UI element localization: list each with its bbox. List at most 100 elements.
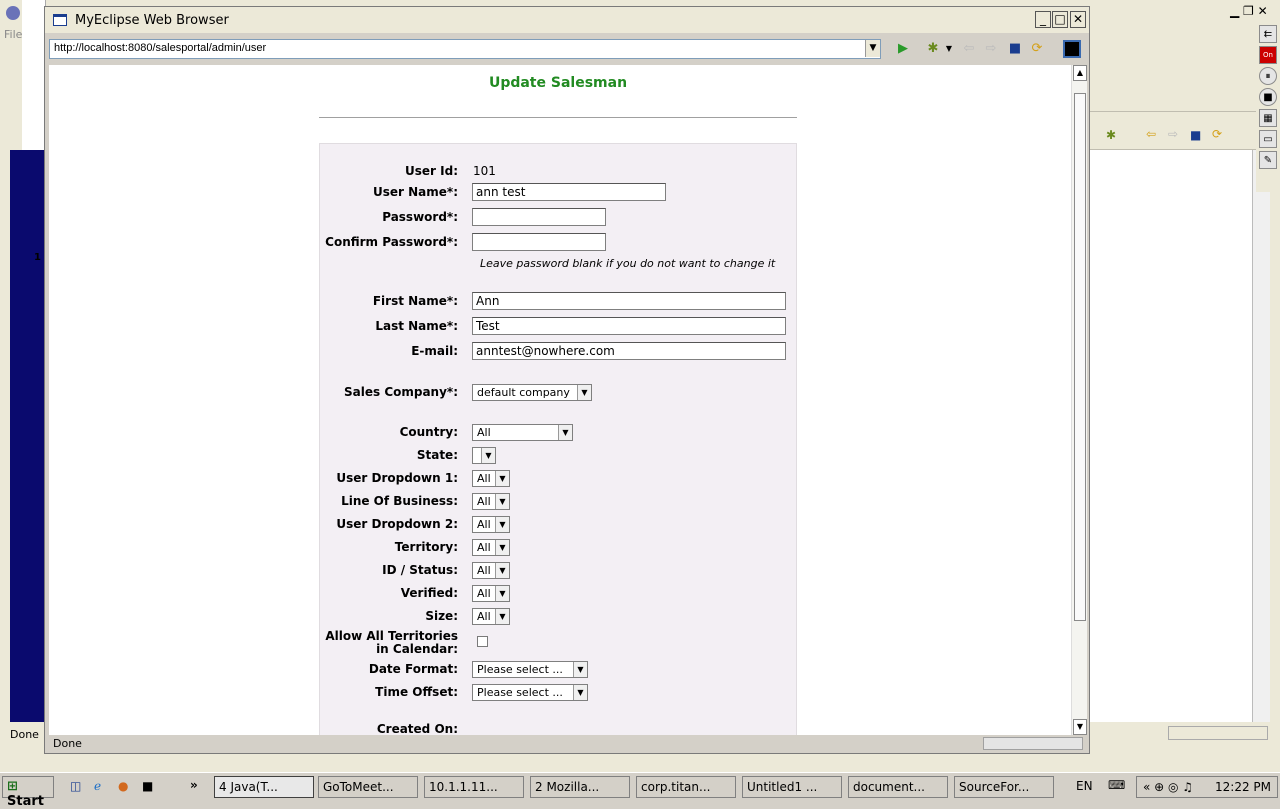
sales-company-label: Sales Company*: bbox=[344, 385, 458, 399]
user-dropdown-1-select[interactable]: All ▼ bbox=[472, 470, 510, 487]
user-id-label: User Id: bbox=[405, 164, 458, 178]
window-titlebar[interactable]: MyEclipse Web Browser _ □ ✕ bbox=[45, 7, 1089, 33]
refresh-icon[interactable]: ⟳ bbox=[1029, 41, 1045, 57]
allow-territories-checkbox[interactable] bbox=[477, 636, 488, 647]
chevron-down-icon: ▼ bbox=[558, 425, 572, 440]
task-java[interactable]: 4 Java(T... bbox=[214, 776, 314, 798]
line-of-business-value: All bbox=[477, 495, 491, 508]
quicklaunch-more-icon[interactable]: » bbox=[190, 778, 198, 792]
stop-record-icon[interactable]: ■ bbox=[1259, 88, 1277, 106]
user-dropdown-2-label: User Dropdown 2: bbox=[336, 517, 458, 531]
size-select[interactable]: All ▼ bbox=[472, 608, 510, 625]
ide-file-menu[interactable]: File bbox=[4, 28, 22, 41]
chevron-down-icon: ▼ bbox=[577, 385, 591, 400]
task-corp[interactable]: corp.titan... bbox=[636, 776, 736, 798]
scroll-up-icon[interactable]: ▲ bbox=[1073, 65, 1087, 81]
chevron-down-icon: ▼ bbox=[495, 517, 509, 532]
scroll-thumb[interactable] bbox=[1074, 93, 1086, 621]
country-select[interactable]: All ▼ bbox=[472, 424, 573, 441]
url-dropdown-button[interactable]: ▼ bbox=[865, 40, 880, 57]
refresh-icon[interactable]: ⟳ bbox=[1212, 127, 1222, 141]
back-arrow-icon[interactable]: ⇦ bbox=[1146, 127, 1156, 141]
email-input[interactable]: anntest@nowhere.com bbox=[472, 342, 786, 360]
task-untitled[interactable]: Untitled1 ... bbox=[742, 776, 842, 798]
ide-navy-panel bbox=[10, 150, 44, 722]
bookmark-icon[interactable]: ✱ bbox=[1106, 128, 1116, 142]
ide-list-cell: 1 bbox=[34, 252, 41, 263]
task-mozilla[interactable]: 2 Mozilla... bbox=[530, 776, 630, 798]
date-format-value: Please select ... bbox=[477, 663, 563, 676]
scroll-down-icon[interactable]: ▼ bbox=[1073, 719, 1087, 735]
page-content: Update Salesman User Id: 101 User Name*:… bbox=[49, 65, 1071, 735]
language-indicator[interactable]: EN bbox=[1076, 779, 1093, 793]
grid-icon[interactable]: ▦ bbox=[1259, 109, 1277, 127]
date-format-select[interactable]: Please select ... ▼ bbox=[472, 661, 588, 678]
stop-icon[interactable]: ■ bbox=[1190, 128, 1201, 142]
monitor-icon[interactable]: ▭ bbox=[1259, 130, 1277, 148]
state-select[interactable]: ▼ bbox=[472, 447, 496, 464]
user-dropdown-2-select[interactable]: All ▼ bbox=[472, 516, 510, 533]
pause-icon[interactable]: ⏸ bbox=[1259, 67, 1277, 85]
password-label: Password*: bbox=[382, 210, 458, 224]
go-icon[interactable]: ▶ bbox=[895, 41, 911, 57]
first-name-label: First Name*: bbox=[372, 294, 458, 308]
page-scrollbar[interactable]: ▲ ▼ bbox=[1071, 65, 1087, 735]
password-input[interactable] bbox=[472, 208, 606, 226]
verified-select[interactable]: All ▼ bbox=[472, 585, 510, 602]
created-on-label: Created On: bbox=[376, 722, 458, 735]
line-of-business-select[interactable]: All ▼ bbox=[472, 493, 510, 510]
window-icon bbox=[53, 14, 67, 26]
forward-arrow-icon[interactable]: ⇨ bbox=[1168, 127, 1178, 141]
title-divider bbox=[319, 117, 797, 118]
ide-window-controls[interactable]: ▁ ❐ ✕ bbox=[1230, 4, 1268, 18]
favorites-dropdown-icon[interactable]: ▼ bbox=[941, 41, 957, 57]
url-input[interactable]: http://localhost:8080/salesportal/admin/… bbox=[49, 39, 881, 59]
show-desktop-icon[interactable]: ◫ bbox=[70, 779, 81, 793]
minimize-button[interactable]: _ bbox=[1035, 11, 1051, 28]
user-dropdown-2-value: All bbox=[477, 518, 491, 531]
last-name-input[interactable]: Test bbox=[472, 317, 786, 335]
favorites-icon[interactable]: ✱ bbox=[925, 41, 941, 57]
tray-icons[interactable]: « ⊕ ◎ ♫ bbox=[1143, 780, 1193, 794]
task-documents[interactable]: document... bbox=[848, 776, 948, 798]
size-value: All bbox=[477, 610, 491, 623]
date-format-label: Date Format: bbox=[368, 662, 458, 676]
username-label: User Name*: bbox=[373, 185, 458, 199]
taskbar: ⊞ Start ◫ ℯ ● ■ » 4 Java(T... GoToMeet..… bbox=[0, 772, 1280, 809]
start-button[interactable]: ⊞ Start bbox=[2, 776, 54, 809]
chevron-down-icon: ▼ bbox=[495, 471, 509, 486]
territory-select[interactable]: All ▼ bbox=[472, 539, 510, 556]
ide-right-view-bar bbox=[1090, 90, 1256, 112]
pen-icon[interactable]: ✎ bbox=[1259, 151, 1277, 169]
close-button[interactable]: ✕ bbox=[1070, 11, 1086, 28]
task-gotomeeting[interactable]: GoToMeet... bbox=[318, 776, 418, 798]
chevron-down-icon: ▼ bbox=[495, 494, 509, 509]
forward-icon[interactable]: ⇨ bbox=[983, 41, 999, 57]
keyboard-icon[interactable]: ⌨ bbox=[1108, 778, 1125, 792]
email-label: E-mail: bbox=[411, 344, 458, 358]
task-sourceforge[interactable]: SourceFor... bbox=[954, 776, 1054, 798]
ide-status-text: Done bbox=[10, 728, 39, 741]
on-air-icon[interactable]: On bbox=[1259, 46, 1277, 64]
maximize-button[interactable]: □ bbox=[1052, 11, 1068, 28]
confirm-password-input[interactable] bbox=[472, 233, 606, 251]
allow-territories-label-line1: Allow All Territories bbox=[325, 629, 458, 643]
size-label: Size: bbox=[425, 609, 458, 623]
time-offset-select[interactable]: Please select ... ▼ bbox=[472, 684, 588, 701]
first-name-input[interactable]: Ann bbox=[472, 292, 786, 310]
status-text: Done bbox=[53, 737, 82, 750]
firefox-icon[interactable]: ● bbox=[118, 779, 128, 793]
collapse-icon[interactable]: ⇇ bbox=[1259, 25, 1277, 43]
eclipse-logo-icon bbox=[6, 6, 20, 20]
confirm-password-label: Confirm Password*: bbox=[325, 235, 458, 249]
stop-icon[interactable]: ■ bbox=[1007, 41, 1023, 57]
task-ip[interactable]: 10.1.1.11... bbox=[424, 776, 524, 798]
back-icon[interactable]: ⇦ bbox=[961, 41, 977, 57]
id-status-select[interactable]: All ▼ bbox=[472, 562, 510, 579]
ie-icon[interactable]: ℯ bbox=[94, 779, 101, 793]
ide-right-scrollbar[interactable] bbox=[1252, 150, 1270, 722]
terminal-icon[interactable]: ■ bbox=[142, 779, 153, 793]
sales-company-select[interactable]: default company ▼ bbox=[472, 384, 592, 401]
windows-logo-icon: ⊞ bbox=[7, 779, 18, 794]
username-input[interactable]: ann test bbox=[472, 183, 666, 201]
